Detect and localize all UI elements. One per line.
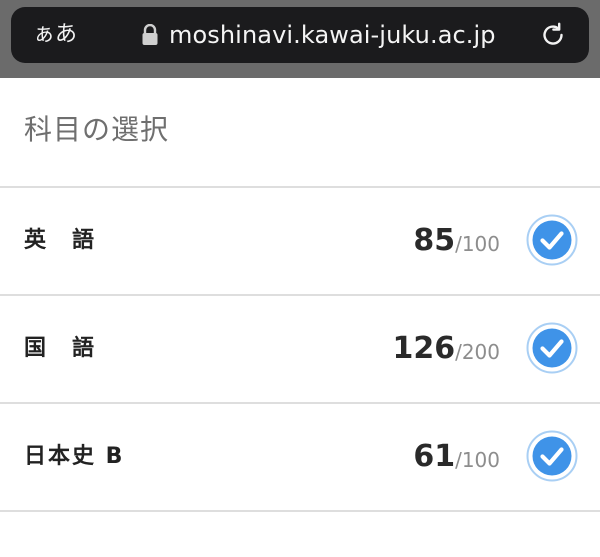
text-size-button[interactable]: ぁあ	[33, 7, 77, 63]
score-value: 85	[413, 223, 456, 258]
score: 61 /100	[413, 404, 500, 510]
url-text: moshinavi.kawai-juku.ac.jp	[169, 21, 496, 49]
subject-name: 国 語	[24, 336, 97, 361]
check-circle-icon[interactable]	[526, 214, 578, 266]
subject-row-japanese[interactable]: 国 語 126 /200	[0, 296, 600, 402]
divider	[0, 510, 600, 512]
address-bar[interactable]: ぁあ moshinavi.kawai-juku.ac.jp	[11, 7, 589, 63]
score-value: 126	[392, 331, 456, 366]
score: 126 /200	[392, 296, 500, 402]
subject-selection-page: 科目の選択 英 語 85 /100 国 語 126 /200 日本史 B 61	[0, 78, 600, 557]
lock-icon	[142, 24, 158, 45]
score-max: /200	[455, 340, 500, 364]
browser-chrome: ぁあ moshinavi.kawai-juku.ac.jp	[0, 0, 600, 78]
score: 85 /100	[413, 188, 500, 294]
score-max: /100	[455, 448, 500, 472]
subject-row-japanese-history-b[interactable]: 日本史 B 61 /100	[0, 404, 600, 510]
check-circle-icon[interactable]	[526, 322, 578, 374]
page-title: 科目の選択	[24, 113, 170, 146]
check-circle-icon[interactable]	[526, 430, 578, 482]
subject-row-english[interactable]: 英 語 85 /100	[0, 188, 600, 294]
score-value: 61	[413, 439, 456, 474]
subject-name: 日本史 B	[24, 444, 125, 469]
subject-name: 英 語	[24, 228, 97, 253]
score-max: /100	[455, 232, 500, 256]
url-display[interactable]: moshinavi.kawai-juku.ac.jp	[141, 7, 496, 63]
reload-icon[interactable]	[539, 21, 567, 49]
